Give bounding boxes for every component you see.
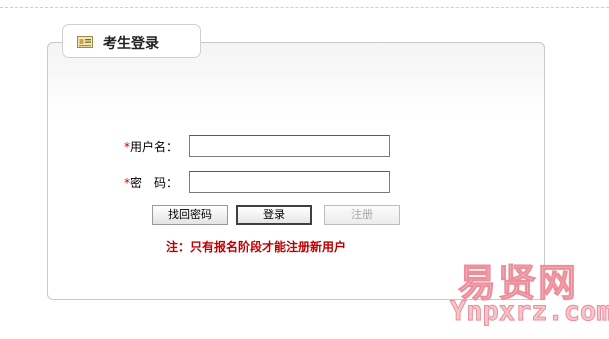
- id-card-icon: [77, 36, 93, 48]
- username-input[interactable]: [189, 135, 390, 157]
- username-label-text: 用户名：: [130, 140, 179, 154]
- username-label: *用户名：: [124, 138, 184, 155]
- panel-header-tab: 考生登录: [62, 24, 201, 58]
- login-button[interactable]: 登录: [236, 205, 312, 225]
- top-divider: [0, 7, 609, 8]
- watermark-en: Ynpxrz.com: [450, 296, 609, 328]
- password-label-text: 密 码：: [130, 176, 179, 190]
- panel-title: 考生登录: [103, 36, 159, 52]
- find-password-button[interactable]: 找回密码: [152, 205, 228, 225]
- password-input[interactable]: [189, 171, 390, 193]
- registration-notice: 注：只有报名阶段才能注册新用户: [166, 240, 347, 254]
- register-button[interactable]: 注册: [324, 205, 400, 225]
- password-label: *密 码：: [124, 174, 184, 191]
